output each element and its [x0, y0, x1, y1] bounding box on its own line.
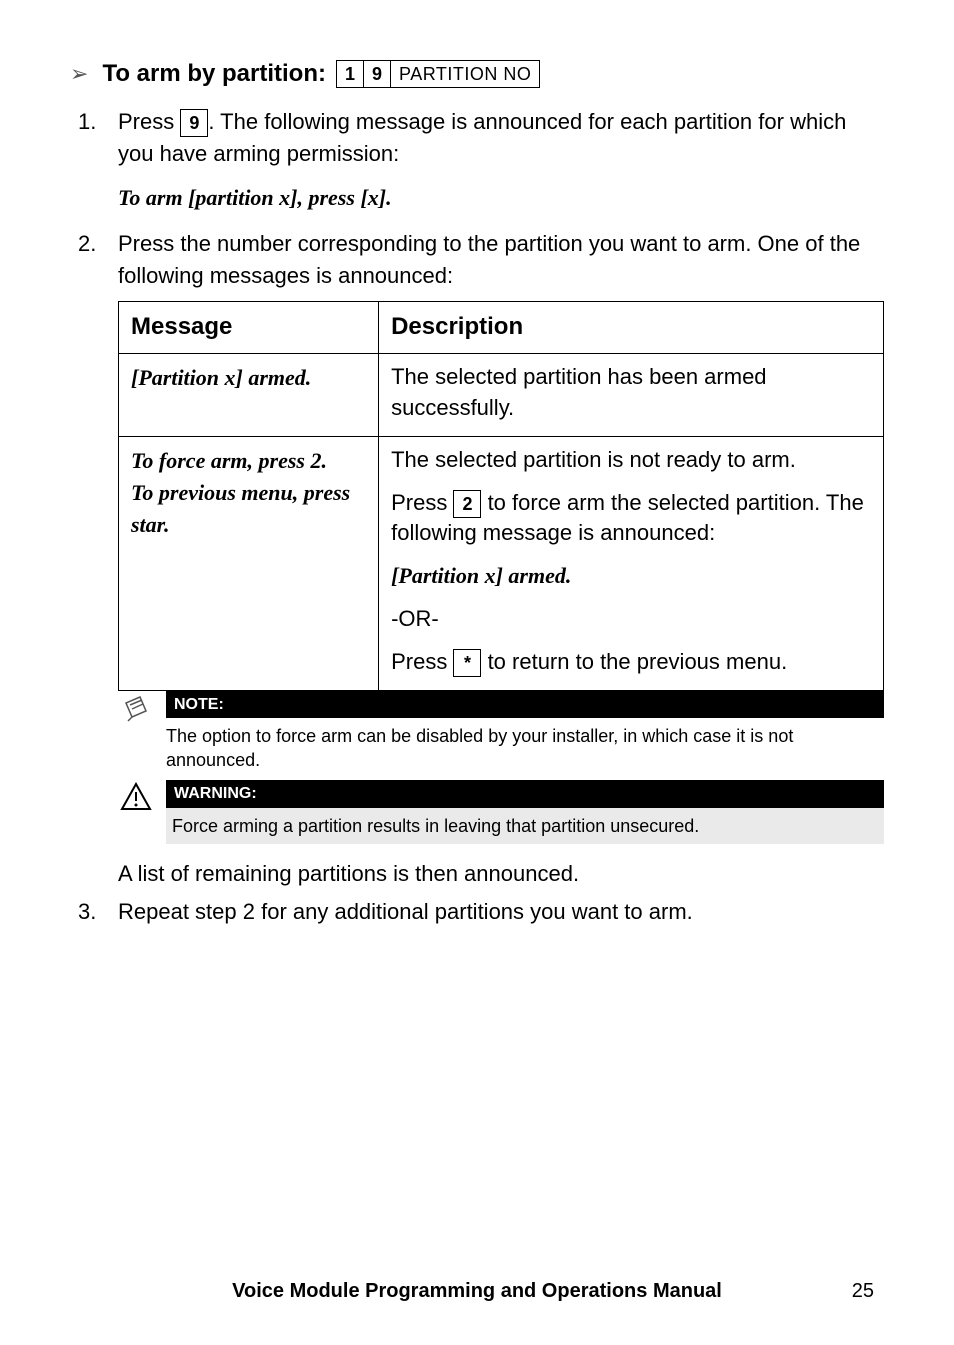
key-partition-no: PARTITION NO: [391, 61, 539, 87]
key-star-inline: *: [453, 649, 481, 677]
footer-page: 25: [852, 1280, 874, 1303]
warning-callout: WARNING: Force arming a partition result…: [118, 780, 884, 843]
desc-press-star: Press * to return to the previous menu.: [391, 647, 871, 678]
desc-armed-quote: [Partition x] armed.: [391, 561, 871, 592]
key-sequence: 1 9 PARTITION NO: [336, 60, 540, 88]
step-3-text: Repeat step 2 for any additional partiti…: [118, 899, 693, 924]
key-9: 9: [364, 61, 391, 87]
msg-force: To force arm, press 2. To previous menu,…: [119, 436, 379, 690]
page-footer: Voice Module Programming and Operations …: [0, 1280, 954, 1303]
col-description: Description: [379, 302, 884, 354]
table-row: [Partition x] armed. The selected partit…: [119, 354, 884, 437]
warning-text: Force arming a partition results in leav…: [166, 808, 884, 844]
heading-label: To arm by partition:: [102, 60, 326, 88]
step-1: 1. Press 9. The following message is ann…: [118, 106, 884, 214]
warning-body: WARNING: Force arming a partition result…: [166, 780, 884, 843]
key-1: 1: [337, 61, 364, 87]
note-text: The option to force arm can be disabled …: [166, 718, 884, 781]
desc-not-ready: The selected partition is not ready to a…: [391, 445, 871, 476]
warning-title: WARNING:: [166, 780, 884, 807]
desc-armed-text: The selected partition has been armed su…: [391, 362, 871, 424]
bullet-arrow-icon: ➢: [70, 61, 88, 87]
desc-or: -OR-: [391, 604, 871, 635]
desc-press-2: Press 2 to force arm the selected partit…: [391, 488, 871, 550]
step-1-post: . The following message is announced for…: [118, 109, 846, 166]
key-2-inline: 2: [453, 490, 481, 518]
step-number: 2.: [78, 228, 96, 260]
note-body: NOTE: The option to force arm can be dis…: [166, 691, 884, 781]
desc-force: The selected partition is not ready to a…: [379, 436, 884, 690]
steps-list-continued: 3. Repeat step 2 for any additional part…: [70, 896, 884, 928]
step-3: 3. Repeat step 2 for any additional part…: [118, 896, 884, 928]
step-number: 3.: [78, 896, 96, 928]
key-9-inline: 9: [180, 109, 208, 137]
message-table: Message Description [Partition x] armed.…: [118, 301, 884, 690]
note-callout: NOTE: The option to force arm can be dis…: [118, 691, 884, 781]
step-1-pre: Press: [118, 109, 180, 134]
steps-list: 1. Press 9. The following message is ann…: [70, 106, 884, 844]
step-number: 1.: [78, 106, 96, 138]
desc-armed: The selected partition has been armed su…: [379, 354, 884, 437]
table-row: To force arm, press 2. To previous menu,…: [119, 436, 884, 690]
msg-armed: [Partition x] armed.: [119, 354, 379, 437]
col-message: Message: [119, 302, 379, 354]
msg-force-line1: To force arm, press 2.: [131, 445, 366, 477]
step-2-text: Press the number corresponding to the pa…: [118, 231, 860, 288]
footer-title: Voice Module Programming and Operations …: [232, 1280, 722, 1303]
section-heading: ➢ To arm by partition: 1 9 PARTITION NO: [70, 60, 884, 88]
voice-prompt: To arm [partition x], press [x].: [118, 182, 884, 214]
note-title: NOTE:: [166, 691, 884, 718]
msg-force-line2: To previous menu, press star.: [131, 477, 366, 541]
note-icon: [118, 691, 154, 725]
step-2: 2. Press the number corresponding to the…: [118, 228, 884, 844]
after-callout-text: A list of remaining partitions is then a…: [70, 858, 884, 890]
warning-icon: [118, 780, 154, 812]
